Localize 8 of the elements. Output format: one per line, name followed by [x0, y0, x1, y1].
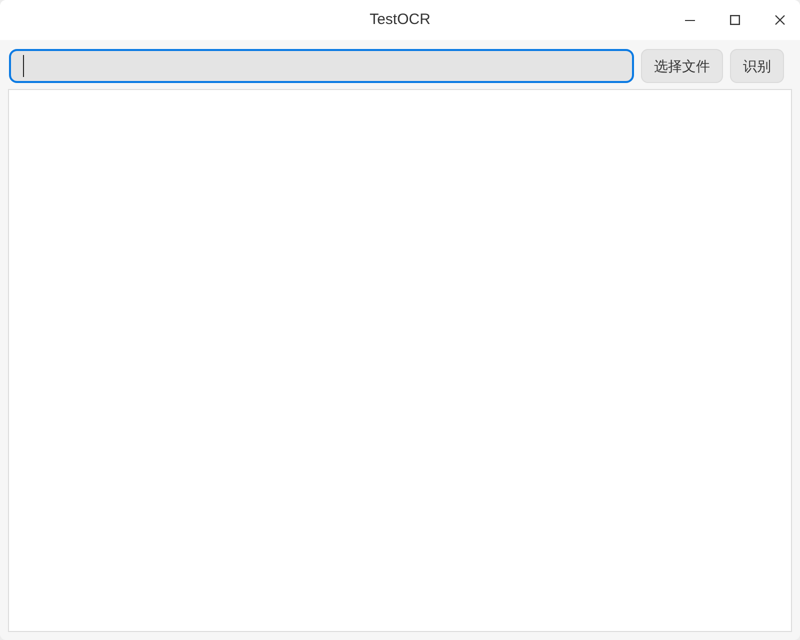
window-title: TestOCR: [370, 10, 430, 30]
output-text-area[interactable]: [8, 89, 792, 632]
choose-file-button[interactable]: 选择文件: [641, 49, 723, 83]
text-caret: [23, 55, 24, 77]
file-path-field[interactable]: [9, 49, 634, 83]
maximize-icon: [730, 15, 740, 25]
recognize-button[interactable]: 识别: [730, 49, 784, 83]
close-icon: [774, 15, 785, 25]
